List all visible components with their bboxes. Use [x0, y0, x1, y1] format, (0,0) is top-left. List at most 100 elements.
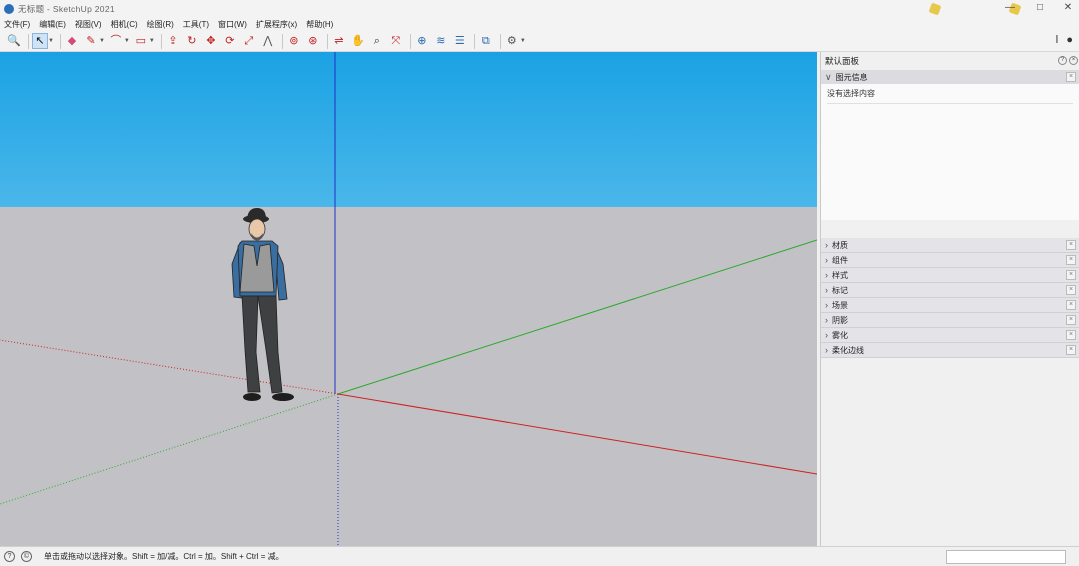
chevron-down-icon[interactable]: ▼	[149, 38, 155, 44]
rotate-icon[interactable]: ⟳	[222, 33, 238, 49]
chevron-down-icon[interactable]: ▼	[48, 38, 54, 44]
toolbar-right-group: ǀ ●	[1055, 34, 1073, 46]
toolbar-separator	[281, 33, 283, 49]
panel-close-icon[interactable]: ×	[1066, 345, 1076, 355]
chevron-down-icon[interactable]: ▼	[124, 38, 130, 44]
menu-view[interactable]: 视图(V)	[75, 19, 102, 30]
layers-icon[interactable]: ☰	[452, 33, 468, 49]
tray-close-icon[interactable]: ×	[1069, 56, 1078, 65]
menu-extensions[interactable]: 扩展程序(x)	[256, 19, 297, 30]
menu-draw[interactable]: 绘图(R)	[147, 19, 174, 30]
chevron-right-icon: ›	[825, 285, 828, 295]
eraser-icon[interactable]: ◆	[64, 33, 80, 49]
drawing-viewport[interactable]	[0, 52, 817, 546]
panel-close-icon[interactable]: ×	[1066, 72, 1076, 82]
scale-icon[interactable]: ⤢	[241, 33, 257, 49]
chevron-down-icon[interactable]: ▼	[520, 38, 526, 44]
menu-help[interactable]: 帮助(H)	[306, 19, 333, 30]
pan-icon[interactable]: ✋	[350, 33, 366, 49]
panel-close-icon[interactable]: ×	[1066, 300, 1076, 310]
panel-label: 雾化	[832, 330, 848, 340]
panel-shadows[interactable]: › 阴影 ×	[821, 313, 1079, 328]
title-bar: 无标题 - SketchUp 2021 — □ ✕	[0, 0, 1079, 17]
toolbar-separator	[160, 33, 162, 49]
main-toolbar: 🔍 ↖ ▼ ◆ ✎ ▼ ⌒ ▼ ▭ ▼ ⇪ ↻ ✥ ⟳ ⤢ ⋀ ⊚ ⊛ ⇌ ✋ …	[0, 31, 1079, 52]
panel-scenes[interactable]: › 场景 ×	[821, 298, 1079, 313]
panel-close-icon[interactable]: ×	[1066, 270, 1076, 280]
red-axis-hidden	[0, 339, 339, 395]
person-figure[interactable]	[231, 208, 294, 401]
panel-close-icon[interactable]: ×	[1066, 285, 1076, 295]
toolbar-separator	[409, 33, 411, 49]
panel-label: 柔化边线	[832, 345, 864, 355]
pencil-icon[interactable]: ✎	[83, 33, 99, 49]
chevron-right-icon: ›	[825, 330, 828, 340]
extension-icon[interactable]: ⧉	[478, 33, 494, 49]
orbit-icon[interactable]: ⊛	[305, 33, 321, 49]
chevron-right-icon: ›	[825, 240, 828, 250]
panel-components[interactable]: › 组件 ×	[821, 253, 1079, 268]
offset-icon[interactable]: ⋀	[260, 33, 276, 49]
rectangle-icon[interactable]: ▭	[133, 33, 149, 49]
info-icon[interactable]: ǀ	[1055, 34, 1058, 46]
panel-label: 场景	[832, 300, 848, 310]
panel-close-icon[interactable]: ×	[1066, 240, 1076, 250]
minimize-button[interactable]: —	[996, 0, 1024, 17]
toolbar-separator	[499, 33, 501, 49]
warehouse-icon[interactable]: ⊕	[414, 33, 430, 49]
sketchup-window: 无标题 - SketchUp 2021 — □ ✕ 文件(F) 编辑(E) 视图…	[0, 0, 1079, 566]
panel-label: 样式	[832, 270, 848, 280]
menu-bar: 文件(F) 编辑(E) 视图(V) 相机(C) 绘图(R) 工具(T) 窗口(W…	[0, 17, 1079, 31]
panel-styles[interactable]: › 样式 ×	[821, 268, 1079, 283]
help-icon[interactable]: ?	[1058, 56, 1067, 65]
credits-icon[interactable]: ©	[21, 551, 32, 562]
panel-close-icon[interactable]: ×	[1066, 330, 1076, 340]
close-button[interactable]: ✕	[1054, 0, 1079, 17]
geo-location-icon[interactable]: ?	[4, 551, 15, 562]
menu-window[interactable]: 窗口(W)	[218, 19, 247, 30]
default-tray: 默认面板 ? × ∨ 图元信息 × 没有选择内容 › 材质 × › 组件 × ›	[820, 52, 1079, 546]
menu-tools[interactable]: 工具(T)	[183, 19, 209, 30]
status-bar: ? © 单击或拖动以选择对象。Shift = 加/减。Ctrl = 加。Shif…	[0, 546, 1079, 566]
entity-info-header[interactable]: ∨ 图元信息 ×	[821, 70, 1079, 84]
chevron-down-icon: ∨	[825, 71, 832, 82]
menu-edit[interactable]: 编辑(E)	[39, 19, 66, 30]
arc-icon[interactable]: ⌒	[108, 33, 124, 49]
panel-close-icon[interactable]: ×	[1066, 255, 1076, 265]
maximize-button[interactable]: □	[1026, 0, 1054, 17]
panel-label: 标记	[832, 285, 848, 295]
measurements-box[interactable]	[946, 550, 1066, 564]
panel-close-icon[interactable]: ×	[1066, 315, 1076, 325]
chevron-right-icon: ›	[825, 345, 828, 355]
tray-title: 默认面板	[825, 56, 860, 66]
chevron-down-icon[interactable]: ▼	[99, 38, 105, 44]
chevron-right-icon: ›	[825, 315, 828, 325]
tape-measure-icon[interactable]: ⊚	[286, 33, 302, 49]
zoom-icon[interactable]: 🔍	[6, 33, 22, 49]
toolbar-separator	[59, 33, 61, 49]
panel-label: 组件	[832, 255, 848, 265]
axes-overlay	[0, 52, 817, 546]
components-icon[interactable]: ≋	[433, 33, 449, 49]
red-axis	[337, 393, 817, 475]
settings-icon[interactable]: ⚙	[504, 33, 520, 49]
follow-me-icon[interactable]: ↻	[184, 33, 200, 49]
tray-panel-list: › 材质 × › 组件 × › 样式 × › 标记 × › 场景 × › 阴影 …	[821, 238, 1079, 358]
panel-tags[interactable]: › 标记 ×	[821, 283, 1079, 298]
panel-fog[interactable]: › 雾化 ×	[821, 328, 1079, 343]
cursor-highlight-icon	[928, 2, 942, 16]
panel-label: 阴影	[832, 315, 848, 325]
green-axis	[337, 239, 817, 395]
green-axis-hidden	[0, 393, 339, 505]
panel-soften-edges[interactable]: › 柔化边线 ×	[821, 343, 1079, 358]
select-arrow-icon[interactable]: ↖	[32, 33, 48, 49]
paint-bucket-icon[interactable]: ⇌	[331, 33, 347, 49]
zoom-tool-icon[interactable]: ⌕	[369, 33, 385, 49]
menu-camera[interactable]: 相机(C)	[111, 19, 138, 30]
move-icon[interactable]: ✥	[203, 33, 219, 49]
panel-materials[interactable]: › 材质 ×	[821, 238, 1079, 253]
menu-file[interactable]: 文件(F)	[4, 19, 30, 30]
user-icon[interactable]: ●	[1066, 34, 1073, 46]
zoom-extents-icon[interactable]: ⤧	[388, 33, 404, 49]
push-pull-icon[interactable]: ⇪	[165, 33, 181, 49]
